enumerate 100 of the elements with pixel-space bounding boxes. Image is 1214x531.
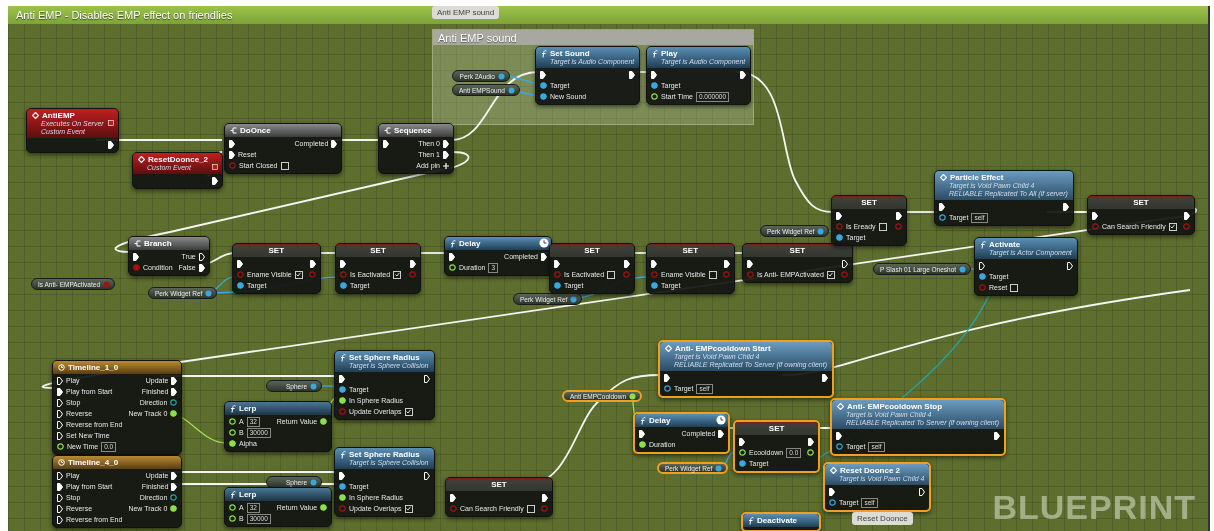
exec-pin-icon[interactable] — [718, 429, 725, 438]
exec-pin-icon[interactable] — [740, 70, 747, 79]
exec-pin-icon[interactable] — [1183, 211, 1190, 220]
exec-pin-icon[interactable] — [57, 376, 63, 385]
data-pin-icon[interactable] — [836, 443, 843, 450]
exec-pin-icon[interactable] — [896, 211, 902, 220]
exec-pin-icon[interactable] — [1062, 202, 1069, 211]
exec-pin-icon[interactable] — [57, 493, 63, 502]
exec-pin-icon[interactable] — [107, 140, 114, 149]
exec-pin-icon[interactable] — [383, 139, 389, 148]
exec-pin-icon[interactable] — [651, 70, 657, 79]
exec-pin-icon[interactable] — [57, 515, 63, 524]
exec-pin-icon[interactable] — [171, 387, 178, 396]
exec-pin-icon[interactable] — [229, 150, 235, 159]
data-pin-icon[interactable] — [739, 460, 746, 467]
exec-pin-icon[interactable] — [747, 259, 753, 268]
exec-pin-icon[interactable] — [1066, 261, 1073, 270]
data-pin-icon[interactable] — [836, 234, 843, 241]
exec-pin-icon[interactable] — [171, 482, 178, 491]
exec-pin-icon[interactable] — [829, 487, 835, 496]
exec-pin-icon[interactable] — [410, 259, 416, 268]
pin-checkbox[interactable] — [708, 270, 717, 279]
exec-pin-icon[interactable] — [331, 139, 338, 148]
pin-checkbox[interactable] — [1010, 283, 1019, 292]
exec-pin-icon[interactable] — [979, 261, 985, 270]
exec-pin-icon[interactable] — [723, 259, 730, 268]
exec-pin-icon[interactable] — [541, 493, 548, 502]
exec-pin-icon[interactable] — [624, 259, 630, 268]
data-pin-icon[interactable] — [540, 93, 547, 100]
pin-checkbox[interactable] — [294, 270, 303, 279]
pin-checkbox[interactable] — [393, 270, 402, 279]
data-pin-icon[interactable] — [979, 273, 986, 280]
data-pin-icon[interactable] — [237, 282, 244, 289]
exec-pin-icon[interactable] — [198, 263, 205, 272]
exec-pin-icon[interactable] — [841, 259, 848, 268]
data-pin-icon[interactable] — [651, 282, 658, 289]
exec-pin-icon[interactable] — [212, 176, 219, 185]
exec-pin-icon[interactable] — [237, 259, 243, 268]
delegate-pin-icon[interactable] — [212, 164, 219, 170]
plus-icon[interactable] — [443, 162, 449, 169]
exec-pin-icon[interactable] — [171, 471, 178, 480]
exec-pin-icon[interactable] — [994, 431, 1001, 440]
data-pin-icon[interactable] — [339, 386, 346, 393]
pin-checkbox[interactable] — [404, 504, 413, 513]
pin-checkbox[interactable] — [1168, 222, 1177, 231]
data-pin-icon[interactable] — [540, 82, 547, 89]
data-pin-icon[interactable] — [664, 385, 671, 392]
exec-pin-icon[interactable] — [443, 150, 449, 159]
pin-checkbox[interactable] — [878, 222, 887, 231]
exec-pin-icon[interactable] — [822, 373, 829, 382]
exec-pin-icon[interactable] — [664, 373, 670, 382]
exec-pin-icon[interactable] — [651, 259, 657, 268]
exec-pin-icon[interactable] — [1092, 211, 1098, 220]
exec-pin-icon[interactable] — [198, 252, 205, 261]
data-pin-icon[interactable] — [554, 282, 561, 289]
exec-pin-icon[interactable] — [171, 376, 178, 385]
exec-pin-icon[interactable] — [554, 259, 560, 268]
pin-checkbox[interactable] — [607, 270, 616, 279]
exec-pin-icon[interactable] — [540, 252, 547, 261]
data-pin-icon[interactable] — [629, 392, 636, 400]
exec-pin-icon[interactable] — [423, 471, 430, 480]
exec-pin-icon[interactable] — [449, 252, 455, 261]
exec-pin-icon[interactable] — [540, 70, 546, 79]
exec-pin-icon[interactable] — [836, 431, 842, 440]
exec-pin-icon[interactable] — [57, 431, 63, 440]
exec-pin-icon[interactable] — [339, 374, 345, 383]
exec-pin-icon[interactable] — [739, 437, 745, 446]
exec-pin-icon[interactable] — [133, 252, 139, 261]
data-pin-icon[interactable] — [939, 214, 946, 221]
exec-pin-icon[interactable] — [339, 471, 345, 480]
data-pin-icon[interactable] — [340, 282, 347, 289]
exec-pin-icon[interactable] — [57, 482, 63, 491]
exec-pin-icon[interactable] — [229, 139, 235, 148]
pin-checkbox[interactable] — [404, 407, 413, 416]
exec-pin-icon[interactable] — [919, 487, 926, 496]
pin-checkbox[interactable] — [280, 161, 289, 170]
data-pin-icon[interactable] — [715, 464, 723, 472]
exec-pin-icon[interactable] — [57, 398, 63, 407]
data-pin-icon[interactable] — [170, 494, 178, 501]
exec-pin-icon[interactable] — [836, 211, 842, 220]
graph-node[interactable]: Deactivate — [741, 512, 821, 531]
exec-pin-icon[interactable] — [57, 420, 63, 429]
exec-pin-icon[interactable] — [309, 259, 316, 268]
exec-pin-icon[interactable] — [340, 259, 346, 268]
exec-pin-icon[interactable] — [57, 387, 63, 396]
exec-pin-icon[interactable] — [808, 437, 815, 446]
exec-pin-icon[interactable] — [639, 429, 645, 438]
data-pin-icon[interactable] — [339, 483, 346, 490]
data-pin-icon[interactable] — [651, 82, 658, 89]
exec-pin-icon[interactable] — [629, 70, 636, 79]
data-pin-icon[interactable] — [170, 399, 178, 406]
exec-pin-icon[interactable] — [57, 409, 63, 418]
exec-pin-icon[interactable] — [57, 471, 63, 480]
exec-pin-icon[interactable] — [450, 493, 456, 502]
pin-checkbox[interactable] — [526, 504, 535, 513]
exec-pin-icon[interactable] — [423, 374, 430, 383]
delegate-pin-icon[interactable] — [107, 120, 114, 126]
data-pin-icon[interactable] — [829, 499, 836, 506]
exec-pin-icon[interactable] — [939, 202, 945, 211]
exec-pin-icon[interactable] — [57, 504, 63, 513]
